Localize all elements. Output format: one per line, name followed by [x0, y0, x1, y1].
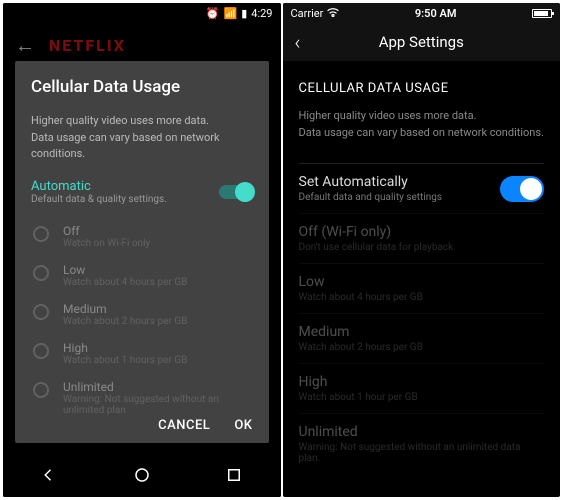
set-automatically-label: Set Automatically: [299, 174, 443, 190]
quality-option: High Watch about 1 hour per GB: [299, 363, 545, 413]
set-automatically-switch[interactable]: [500, 176, 544, 202]
quality-option: Medium Watch about 2 hours per GB: [299, 313, 545, 363]
alarm-icon: ⏰: [206, 7, 220, 20]
quality-option[interactable]: MediumWatch about 2 hours per GB: [31, 295, 253, 334]
cellular-data-dialog: Cellular Data Usage Higher quality video…: [15, 61, 269, 443]
option-sublabel: Watch about 1 hours per GB: [63, 355, 187, 366]
radio-icon: [33, 226, 49, 242]
option-label: Medium: [299, 324, 423, 340]
option-sublabel: Watch about 1 hour per GB: [299, 392, 418, 403]
wifi-icon: [327, 7, 339, 20]
ios-status-bar: Carrier 9:50 AM: [283, 3, 561, 23]
quality-option[interactable]: OffWatch on Wi-Fi only: [31, 217, 253, 256]
option-sublabel: Watch about 4 hours per GB: [299, 292, 423, 303]
quality-option[interactable]: LowWatch about 4 hours per GB: [31, 256, 253, 295]
option-sublabel: Watch about 4 hours per GB: [63, 277, 187, 288]
option-label: Medium: [63, 302, 187, 316]
option-label: Off (Wi-Fi only): [299, 224, 454, 240]
signal-icon: 📶: [224, 7, 238, 20]
option-label: High: [299, 374, 418, 390]
radio-icon: [33, 382, 49, 398]
option-label: Low: [299, 274, 423, 290]
cancel-button[interactable]: CANCEL: [158, 418, 210, 433]
option-sublabel: Warning: Not suggested without an unlimi…: [299, 442, 545, 464]
status-time: 4:29: [251, 7, 272, 20]
back-icon[interactable]: ‹: [295, 30, 301, 54]
option-label: High: [63, 341, 187, 355]
set-automatically-row[interactable]: Set Automatically Default data and quali…: [299, 163, 545, 213]
automatic-label: Automatic: [31, 179, 167, 194]
option-label: Unlimited: [63, 380, 251, 394]
nav-back-icon[interactable]: [40, 466, 58, 488]
dialog-description: Higher quality video uses more data. Dat…: [31, 113, 253, 163]
android-status-bar: ⏰ 📶 ▮ 4:29: [3, 3, 281, 23]
option-sublabel: Watch about 2 hours per GB: [299, 342, 423, 353]
option-label: Unlimited: [299, 424, 545, 440]
section-header: CELLULAR DATA USAGE: [299, 81, 545, 96]
quality-option: Low Watch about 4 hours per GB: [299, 263, 545, 313]
automatic-toggle-row[interactable]: Automatic Default data & quality setting…: [31, 179, 253, 205]
nav-home-icon[interactable]: [133, 466, 151, 488]
quality-option[interactable]: HighWatch about 1 hours per GB: [31, 334, 253, 373]
ios-app-header: ‹ App Settings: [283, 23, 561, 61]
section-description: Higher quality video uses more data. Dat…: [299, 108, 545, 141]
battery-icon: ▮: [241, 7, 247, 20]
automatic-sublabel: Default data & quality settings.: [31, 194, 167, 205]
quality-option: Unlimited Warning: Not suggested without …: [299, 413, 545, 474]
battery-icon: [532, 9, 552, 18]
option-sublabel: Watch about 2 hours per GB: [63, 316, 187, 327]
status-time: 9:50 AM: [415, 7, 457, 20]
netflix-logo: NETFLIX: [49, 36, 126, 55]
back-icon[interactable]: ←: [15, 33, 35, 58]
radio-icon: [33, 265, 49, 281]
android-nav-bar: [3, 457, 281, 497]
ok-button[interactable]: OK: [234, 418, 252, 433]
option-sublabel: Don't use cellular data for playback: [299, 242, 454, 253]
set-automatically-sublabel: Default data and quality settings: [299, 192, 443, 203]
quality-options: OffWatch on Wi-Fi onlyLowWatch about 4 h…: [31, 217, 253, 423]
option-label: Off: [63, 224, 150, 238]
option-sublabel: Warning: Not suggested without an unlimi…: [63, 394, 251, 416]
quality-option: Off (Wi-Fi only) Don't use cellular data …: [299, 213, 545, 263]
automatic-switch[interactable]: [219, 185, 253, 199]
dialog-title: Cellular Data Usage: [31, 77, 253, 97]
android-screen: ⏰ 📶 ▮ 4:29 ← NETFLIX C N A N Q S C C B C…: [3, 3, 281, 497]
nav-recent-icon[interactable]: [225, 466, 243, 488]
carrier-label: Carrier: [291, 7, 324, 20]
radio-icon: [33, 343, 49, 359]
option-sublabel: Watch on Wi-Fi only: [63, 238, 150, 249]
header-title: App Settings: [379, 33, 464, 51]
ios-screen: Carrier 9:50 AM ‹ App Settings CELLULAR …: [283, 3, 561, 497]
radio-icon: [33, 304, 49, 320]
quality-option[interactable]: UnlimitedWarning: Not suggested without …: [31, 373, 253, 423]
option-label: Low: [63, 263, 187, 277]
